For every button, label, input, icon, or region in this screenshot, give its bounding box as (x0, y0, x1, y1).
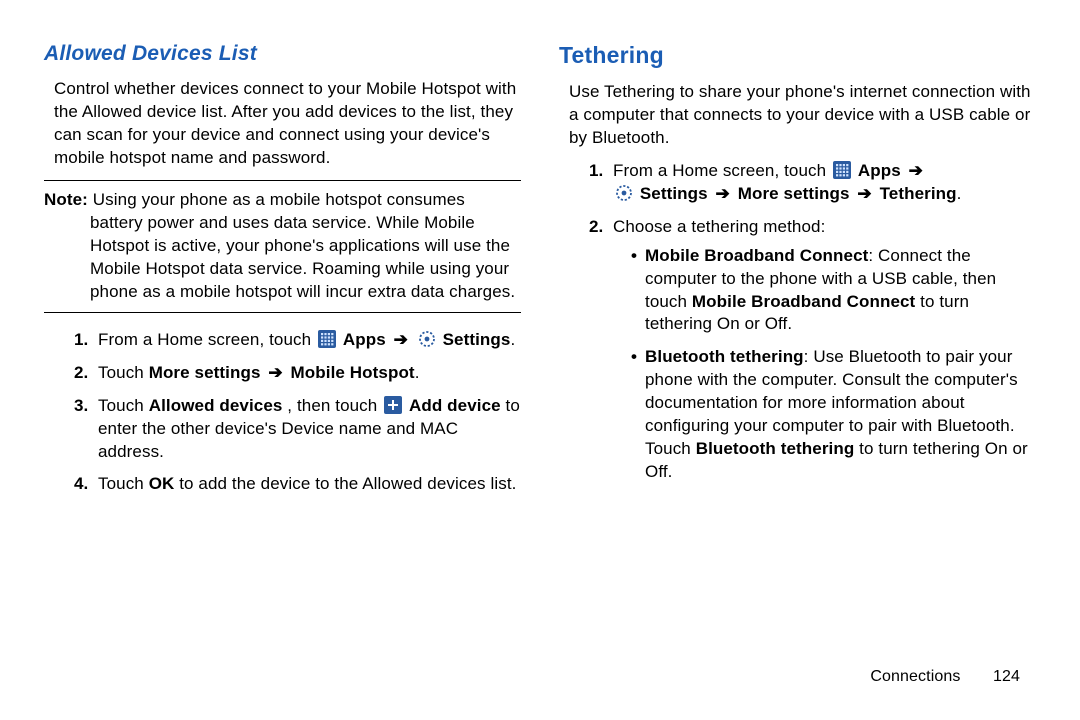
method-mobile-broadband: Mobile Broadband Connect: Connect the co… (631, 245, 1036, 337)
settings-icon (418, 330, 436, 348)
arrow-icon: ➔ (909, 160, 923, 183)
left-step-2: 2. Touch More settings ➔ Mobile Hotspot. (74, 362, 521, 385)
left-intro: Control whether devices connect to your … (44, 78, 521, 170)
left-step-1: 1. From a Home screen, touch Apps (74, 329, 521, 352)
note-block: Note: Using your phone as a mobile hotsp… (44, 180, 521, 313)
right-intro: Use Tethering to share your phone's inte… (559, 81, 1036, 150)
left-heading: Allowed Devices List (44, 40, 521, 68)
left-step-4: 4. Touch OK to add the device to the All… (74, 473, 521, 496)
plus-icon (384, 396, 402, 414)
right-heading: Tethering (559, 40, 1036, 71)
right-step-1: 1. From a Home screen, touch Apps (589, 160, 1036, 206)
settings-icon (615, 184, 633, 202)
apps-icon (318, 330, 336, 348)
apps-icon (833, 161, 851, 179)
right-steps: 1. From a Home screen, touch Apps (559, 160, 1036, 484)
section-label: Connections (870, 668, 960, 685)
left-steps: 1. From a Home screen, touch Apps (44, 329, 521, 497)
left-step-3: 3. Touch Allowed devices , then touch Ad… (74, 395, 521, 464)
left-column: Allowed Devices List Control whether dev… (44, 40, 521, 506)
note-body: Using your phone as a mobile hotspot con… (90, 190, 515, 301)
page-footer: Connections 124 (870, 666, 1020, 688)
arrow-icon: ➔ (716, 183, 730, 206)
note-label: Note: (44, 190, 88, 209)
arrow-icon: ➔ (268, 362, 282, 385)
page-number: 124 (993, 668, 1020, 685)
arrow-icon: ➔ (394, 329, 408, 352)
method-bluetooth: Bluetooth tethering: Use Bluetooth to pa… (631, 346, 1036, 484)
arrow-icon: ➔ (857, 183, 871, 206)
right-column: Tethering Use Tethering to share your ph… (559, 40, 1036, 506)
right-step-2: 2. Choose a tethering method: Mobile Bro… (589, 216, 1036, 484)
tethering-methods: Mobile Broadband Connect: Connect the co… (613, 245, 1036, 484)
